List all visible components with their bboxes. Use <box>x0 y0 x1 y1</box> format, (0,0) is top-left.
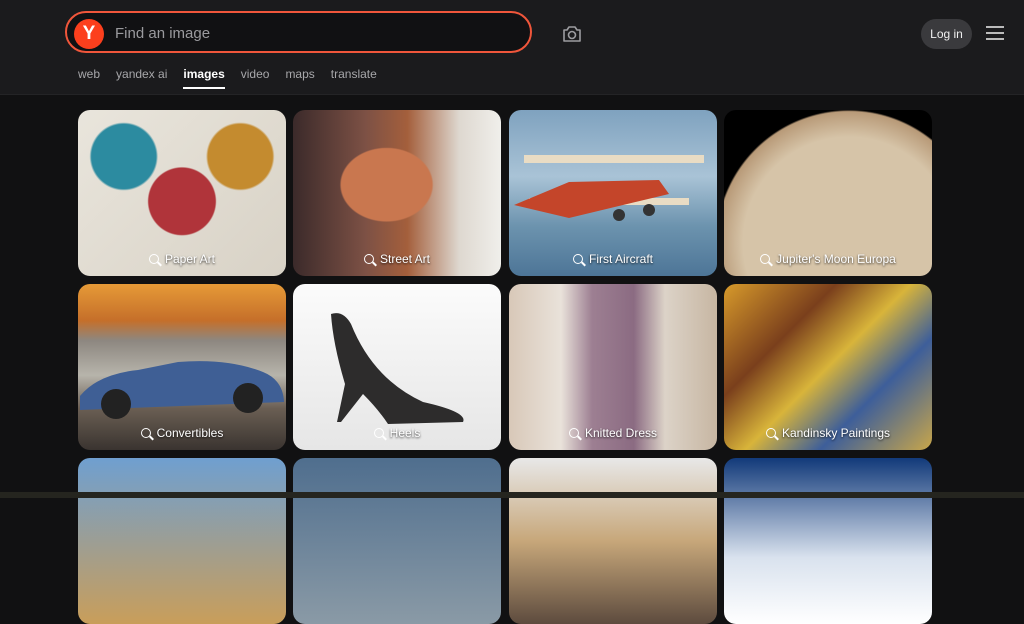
card-jupiter-europa[interactable]: Jupiter's Moon Europa <box>724 110 932 276</box>
tab-web[interactable]: web <box>78 67 100 89</box>
card-label: Convertibles <box>156 426 224 440</box>
card-partial-2[interactable] <box>293 458 501 624</box>
card-first-aircraft[interactable]: First Aircraft <box>509 110 717 276</box>
card-label: Street Art <box>379 252 431 266</box>
card-label: Jupiter's Moon Europa <box>776 252 896 266</box>
card-kandinsky-paintings[interactable]: Kandinsky Paintings <box>724 284 932 450</box>
menu-icon[interactable] <box>986 26 1004 42</box>
search-icon <box>148 254 159 264</box>
camera-icon[interactable] <box>560 22 584 46</box>
card-paper-art[interactable]: Paper Art <box>78 110 286 276</box>
search-input[interactable] <box>113 13 517 53</box>
card-street-art[interactable]: Street Art <box>293 110 501 276</box>
card-partial-3[interactable] <box>509 458 717 624</box>
search-icon <box>140 428 151 438</box>
card-partial-4[interactable] <box>724 458 932 624</box>
card-heels[interactable]: Heels <box>293 284 501 450</box>
card-partial-1[interactable] <box>78 458 286 624</box>
login-button[interactable]: Log in <box>921 19 972 49</box>
card-label: Heels <box>389 426 421 440</box>
card-label: Paper Art <box>164 252 216 266</box>
search-icon <box>373 428 384 438</box>
header: Y Log in web yandex ai images video maps… <box>0 0 1024 95</box>
card-label: First Aircraft <box>588 252 653 266</box>
search-box[interactable]: Y <box>65 11 532 53</box>
yandex-logo[interactable]: Y <box>74 19 104 49</box>
nav-tabs: web yandex ai images video maps translat… <box>78 67 393 89</box>
card-knitted-dress[interactable]: Knitted Dress <box>509 284 717 450</box>
search-icon <box>363 254 374 264</box>
tab-maps[interactable]: maps <box>285 67 314 89</box>
card-convertibles[interactable]: Convertibles <box>78 284 286 450</box>
page-bottom-strip <box>0 492 1024 498</box>
search-icon <box>765 428 776 438</box>
search-icon <box>568 428 579 438</box>
tab-video[interactable]: video <box>241 67 270 89</box>
search-icon <box>572 254 583 264</box>
tab-images[interactable]: images <box>183 67 226 89</box>
tab-yandex-ai[interactable]: yandex ai <box>116 67 167 89</box>
card-label: Knitted Dress <box>584 426 658 440</box>
tab-translate[interactable]: translate <box>331 67 377 89</box>
search-icon <box>760 254 771 264</box>
card-label: Kandinsky Paintings <box>781 426 891 440</box>
